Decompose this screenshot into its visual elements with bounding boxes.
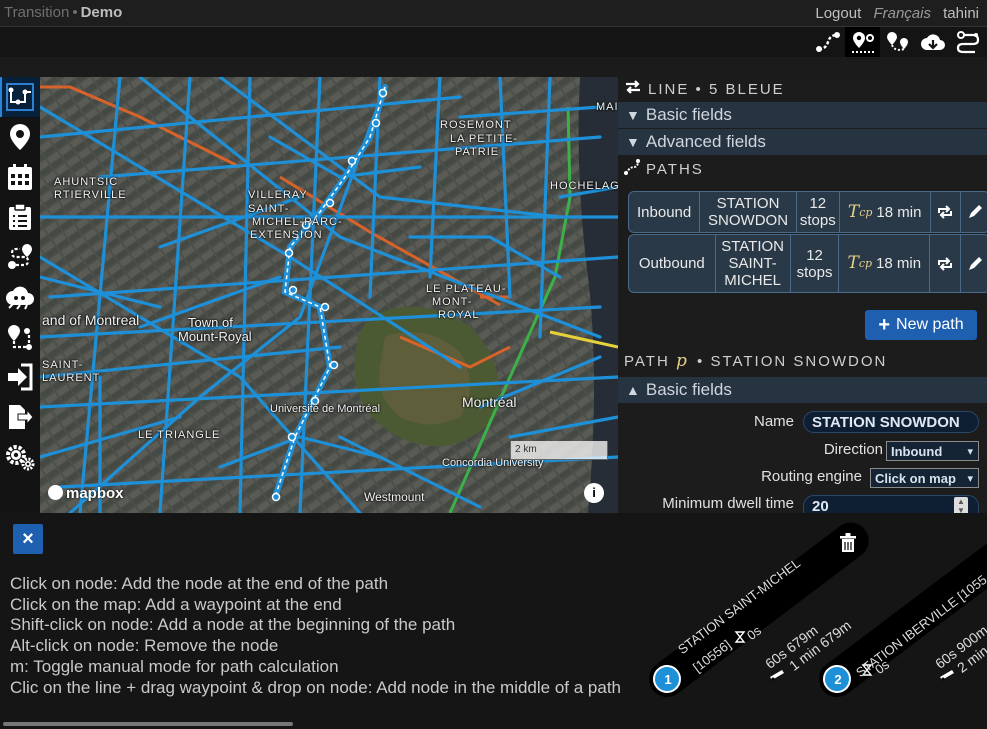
map-label: Westmount [364,490,425,504]
map-label: SAINT- [248,203,290,215]
chevron-down-icon: ▾ [967,473,973,485]
lines-icon[interactable] [0,77,40,117]
name-field[interactable]: STATION SNOWDON [803,411,979,433]
map-label: VILLERAY [248,189,308,201]
transit-path-icon[interactable] [950,27,985,57]
map-label: HOCHELAG [550,180,618,192]
export-icon[interactable] [0,397,40,437]
settings-icon[interactable] [0,437,40,477]
right-panel: LINE • 5 BLEUE ▼ Basic fields ▼ Advanced f… [618,77,987,513]
bus-icon [770,670,784,681]
line-swap-icon [624,79,642,99]
bus-icon [940,670,954,681]
routing-icon[interactable] [810,27,845,57]
map-label: LE TRIANGLE [138,429,221,441]
map-label: LAURENT [42,372,101,384]
path-icon [624,159,640,179]
nodes-icon[interactable] [845,27,880,57]
path-stops: 12 stops [791,235,840,292]
advanced-fields-toggle[interactable]: ▼ Advanced fields [618,129,987,155]
calendar-icon[interactable] [0,157,40,197]
map[interactable]: ROSEMONT LA PETITE- PATRIE MAISO HOCHELA… [40,77,618,513]
map-label: Montréal [462,394,517,410]
line-header: LINE • 5 BLEUE [618,77,987,101]
path-direction: Inbound [629,192,701,232]
paths-header: PATHS [618,156,987,182]
top-links: Logout Français tahini [807,5,979,22]
map-label: Mount-Royal [178,329,252,344]
map-label: LE PLATEAU- [426,283,507,295]
stop-seq-number: 2 [834,672,842,687]
chevron-down-icon: ▼ [626,134,640,150]
user-link[interactable]: tahini [943,5,979,22]
chevron-down-icon: ▼ [626,107,640,123]
project-name: Demo [80,4,123,21]
path-name: STATION SNOWDON [700,192,797,232]
map-label: RTIERVILLE [54,189,127,201]
location-pin-icon[interactable] [0,117,40,157]
info-icon[interactable]: i [584,483,604,503]
dwell-time-label: Minimum dwell time [662,495,794,512]
language-link[interactable]: Français [873,5,931,22]
map-label: ROSEMONT [440,119,512,131]
map-scale: 2 km [510,441,608,460]
spinner-icon[interactable]: ▲ ▼ [954,497,968,513]
path-name: STATION SAINT-MICHEL [716,235,791,292]
edit-path-icon[interactable] [961,235,987,292]
chevron-up-icon: ▲ [626,382,640,398]
dwell-time-field[interactable]: 20 ▲ ▼ [803,495,979,513]
reverse-path-icon[interactable] [931,192,961,232]
plus-icon: + [878,313,891,336]
map-label: MAISO [596,101,618,113]
app-name: Transition [4,4,70,21]
map-label: and of Montreal [42,312,140,328]
path-row-inbound[interactable]: Inbound STATION SNOWDON 12 stops Tcp 18 m… [628,191,987,233]
map-label: EXTENSION [250,229,323,241]
map-label: ROYAL [438,309,480,321]
routing-engine-label: Routing engine [761,468,862,485]
path-basic-fields-toggle[interactable]: ▲ Basic fields [618,377,987,403]
path-row-outbound[interactable]: Outbound STATION SAINT-MICHEL 12 stops T… [628,234,987,293]
reverse-path-icon[interactable] [930,235,961,292]
clipboard-icon[interactable] [0,197,40,237]
map-label: AHUNTSIC [54,176,119,188]
map-label: MONT- [432,296,473,308]
direction-select[interactable]: Inbound ▾ [886,441,979,461]
scenario-icon[interactable] [880,27,915,57]
cloud-icon[interactable] [0,277,40,317]
map-label: PATRIE [455,146,500,158]
direction-label: Direction [823,441,883,458]
horizontal-scrollbar[interactable] [3,722,293,726]
bottom-panel: × Click on node: Add the node at the end… [0,513,987,729]
chevron-down-icon: ▾ [967,446,973,458]
tool-bar [0,26,987,58]
route-icon[interactable] [0,237,40,277]
new-path-button[interactable]: + New path [865,310,977,340]
edit-path-icon[interactable] [961,192,987,232]
routing-engine-select[interactable]: Click on map ▾ [870,468,979,488]
path-travel-time: Tcp 18 min [839,235,931,292]
cloud-upload-icon[interactable] [915,27,950,57]
name-label: Name [753,413,794,430]
path-header: PATH p • STATION SNOWDON [624,351,888,371]
path-travel-time: Tcp 18 min [840,192,931,232]
left-sidebar [0,77,40,513]
mapbox-logo[interactable]: mapbox [48,485,124,502]
top-bar: Transition • Demo Logout Français tahini [0,0,987,26]
logout-link[interactable]: Logout [815,5,861,22]
map-label: LA PETITE- [450,133,519,145]
stop-seq-number: 1 [664,672,672,687]
basic-fields-toggle[interactable]: ▼ Basic fields [618,102,987,128]
map-label: Université de Montréal [270,403,381,415]
brand[interactable]: Transition • Demo [4,4,122,21]
path-direction: Outbound [629,235,716,292]
map-label: Town of [188,315,233,330]
map-label: SAINT- [42,359,84,371]
path-stops: 12 stops [797,192,840,232]
map-label: MICHEL-PARC- [252,216,343,228]
access-map-icon[interactable] [0,317,40,357]
import-icon[interactable] [0,357,40,397]
